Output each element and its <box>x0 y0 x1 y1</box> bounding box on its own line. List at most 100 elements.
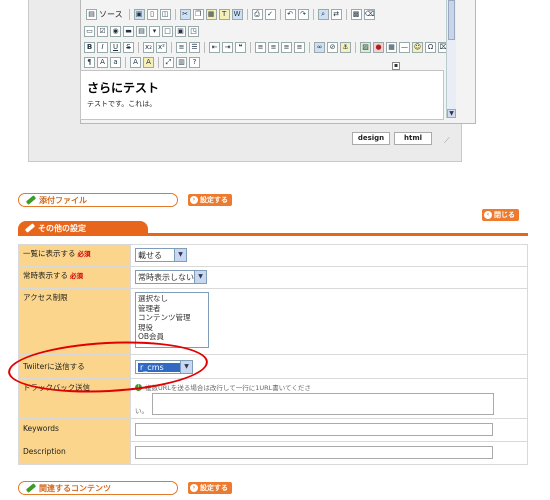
toolbar-separator <box>309 41 310 53</box>
attachments-set-button[interactable]: › 設定する <box>188 194 232 206</box>
list-item[interactable]: 管理者 <box>138 304 206 314</box>
font-combo-icon[interactable]: A <box>97 56 108 68</box>
twitter-value: r_cms <box>138 362 180 372</box>
list-display-label-cell: 一覧に表示する 必須 <box>18 244 131 267</box>
print-icon[interactable]: ⎙ <box>251 8 263 20</box>
image-icon[interactable]: ▨ <box>360 41 371 53</box>
toolbar-collapse-icon[interactable]: ▪ <box>392 62 400 70</box>
bg-color-icon[interactable]: A <box>143 56 154 68</box>
smiley-icon[interactable]: ☺ <box>412 41 423 53</box>
scrollbar-thumb[interactable] <box>448 0 455 40</box>
remove-format-icon[interactable]: ⌫ <box>363 8 375 20</box>
about-icon[interactable]: ? <box>189 56 200 68</box>
related-set-button[interactable]: › 設定する <box>188 482 232 494</box>
unlink-icon[interactable]: ⊘ <box>327 41 338 53</box>
blockquote-icon[interactable]: ❝ <box>235 41 246 53</box>
undo-icon[interactable]: ↶ <box>284 8 296 20</box>
close-button[interactable]: ‹ 閉じる <box>482 209 519 221</box>
trackback-input-row: い。 <box>135 393 523 415</box>
maximize-icon[interactable]: ⤢ <box>163 56 174 68</box>
paste-word-icon[interactable]: W <box>231 8 243 20</box>
arrow-up-icon: ‹ <box>484 211 492 219</box>
italic-icon[interactable]: I <box>97 41 108 53</box>
special-char-icon[interactable]: Ω <box>425 41 436 53</box>
superscript-icon[interactable]: x² <box>156 41 167 53</box>
keywords-input[interactable] <box>135 423 493 436</box>
find-icon[interactable]: ⌕ <box>317 8 329 20</box>
redo-icon[interactable]: ↷ <box>297 8 309 20</box>
source-icon: ▤ <box>86 8 97 20</box>
html-mode-button[interactable]: html <box>394 132 432 145</box>
select-field-icon[interactable]: ▾ <box>149 25 160 37</box>
textarea-icon[interactable]: ▤ <box>136 25 147 37</box>
text-color-icon[interactable]: A <box>130 56 141 68</box>
textfield-icon[interactable]: ▬ <box>123 25 134 37</box>
access-label: アクセス制限 <box>23 293 68 302</box>
numbered-list-icon[interactable]: ≡ <box>176 41 187 53</box>
bold-icon[interactable]: B <box>84 41 95 53</box>
button-field-icon[interactable]: □ <box>162 25 173 37</box>
other-settings-label: その他の設定 <box>38 223 86 233</box>
scroll-down-icon[interactable]: ▼ <box>447 109 456 118</box>
description-input[interactable] <box>135 446 493 459</box>
bullet-list-icon[interactable]: ☰ <box>189 41 200 53</box>
strike-icon[interactable]: S <box>123 41 134 53</box>
source-button[interactable]: ▤ ソース <box>84 8 125 20</box>
description-label-cell: Description <box>18 441 131 465</box>
hidden-field-icon[interactable]: ◳ <box>188 25 199 37</box>
access-listbox[interactable]: 選択なし 管理者 コンテンツ管理 現役 OB会員 <box>135 292 209 348</box>
underline-icon[interactable]: U <box>110 41 121 53</box>
copy-icon[interactable]: ❐ <box>192 8 204 20</box>
list-display-label: 一覧に表示する <box>23 249 76 258</box>
size-combo-icon[interactable]: a <box>110 56 121 68</box>
resize-grip-icon[interactable]: ⟋ <box>444 136 454 146</box>
table-row: 常時表示する 必須 常時表示しない ▼ <box>18 266 528 289</box>
align-left-icon[interactable]: ≡ <box>255 41 266 53</box>
form-icon[interactable]: ▭ <box>84 25 95 37</box>
list-item[interactable]: OB会員 <box>138 332 206 342</box>
toolbar-separator <box>250 41 251 53</box>
list-display-select[interactable]: 載せる ▼ <box>135 248 187 262</box>
always-display-select[interactable]: 常時表示しない ▼ <box>135 270 207 284</box>
pencil-icon <box>25 195 37 205</box>
editor-scrollbar[interactable]: ▼ <box>446 0 456 118</box>
align-center-icon[interactable]: ≡ <box>268 41 279 53</box>
align-right-icon[interactable]: ≡ <box>281 41 292 53</box>
link-icon[interactable]: ∞ <box>314 41 325 53</box>
description-cell <box>130 441 528 465</box>
save-icon[interactable]: ▣ <box>133 8 145 20</box>
spellcheck-icon[interactable]: ✓ <box>264 8 276 20</box>
preview-icon[interactable]: ◫ <box>159 8 171 20</box>
image-button-icon[interactable]: ▣ <box>175 25 186 37</box>
style-combo-icon[interactable]: ¶ <box>84 56 95 68</box>
new-page-icon[interactable]: ▯ <box>146 8 158 20</box>
select-all-icon[interactable]: ▩ <box>350 8 362 20</box>
editor-document[interactable]: さらにテスト テストです。これは。 <box>80 70 444 120</box>
table-icon[interactable]: ▦ <box>386 41 397 53</box>
list-item[interactable]: 選択なし <box>138 294 206 304</box>
rule-icon[interactable]: — <box>399 41 410 53</box>
access-cell: 選択なし 管理者 コンテンツ管理 現役 OB会員 <box>130 288 528 355</box>
show-blocks-icon[interactable]: ▥ <box>176 56 187 68</box>
paste-text-icon[interactable]: T <box>218 8 230 20</box>
flash-icon[interactable]: ● <box>373 41 384 53</box>
outdent-icon[interactable]: ⇤ <box>209 41 220 53</box>
design-mode-button[interactable]: design <box>352 132 390 145</box>
anchor-icon[interactable]: ⚓ <box>340 41 351 53</box>
radio-icon[interactable]: ◉ <box>110 25 121 37</box>
required-badge: 必須 <box>77 250 91 258</box>
cut-icon[interactable]: ✂ <box>179 8 191 20</box>
twitter-select[interactable]: r_cms ▼ <box>135 360 193 374</box>
paste-icon[interactable]: ▦ <box>205 8 217 20</box>
trackback-textarea[interactable] <box>152 393 494 415</box>
subscript-icon[interactable]: x₂ <box>143 41 154 53</box>
list-item[interactable]: コンテンツ管理 <box>138 313 206 323</box>
trackback-hint: i 複数URLを送る場合は改行して一行に1URL書いてくださ <box>135 382 523 392</box>
toolbar-separator <box>204 41 205 53</box>
indent-icon[interactable]: ⇥ <box>222 41 233 53</box>
align-justify-icon[interactable]: ≡ <box>294 41 305 53</box>
replace-icon[interactable]: ⇄ <box>330 8 342 20</box>
checkbox-icon[interactable]: ☑ <box>97 25 108 37</box>
list-item[interactable]: 現役 <box>138 323 206 333</box>
trackback-hint-text: 複数URLを送る場合は改行して一行に1URL書いてくださ <box>145 384 311 392</box>
